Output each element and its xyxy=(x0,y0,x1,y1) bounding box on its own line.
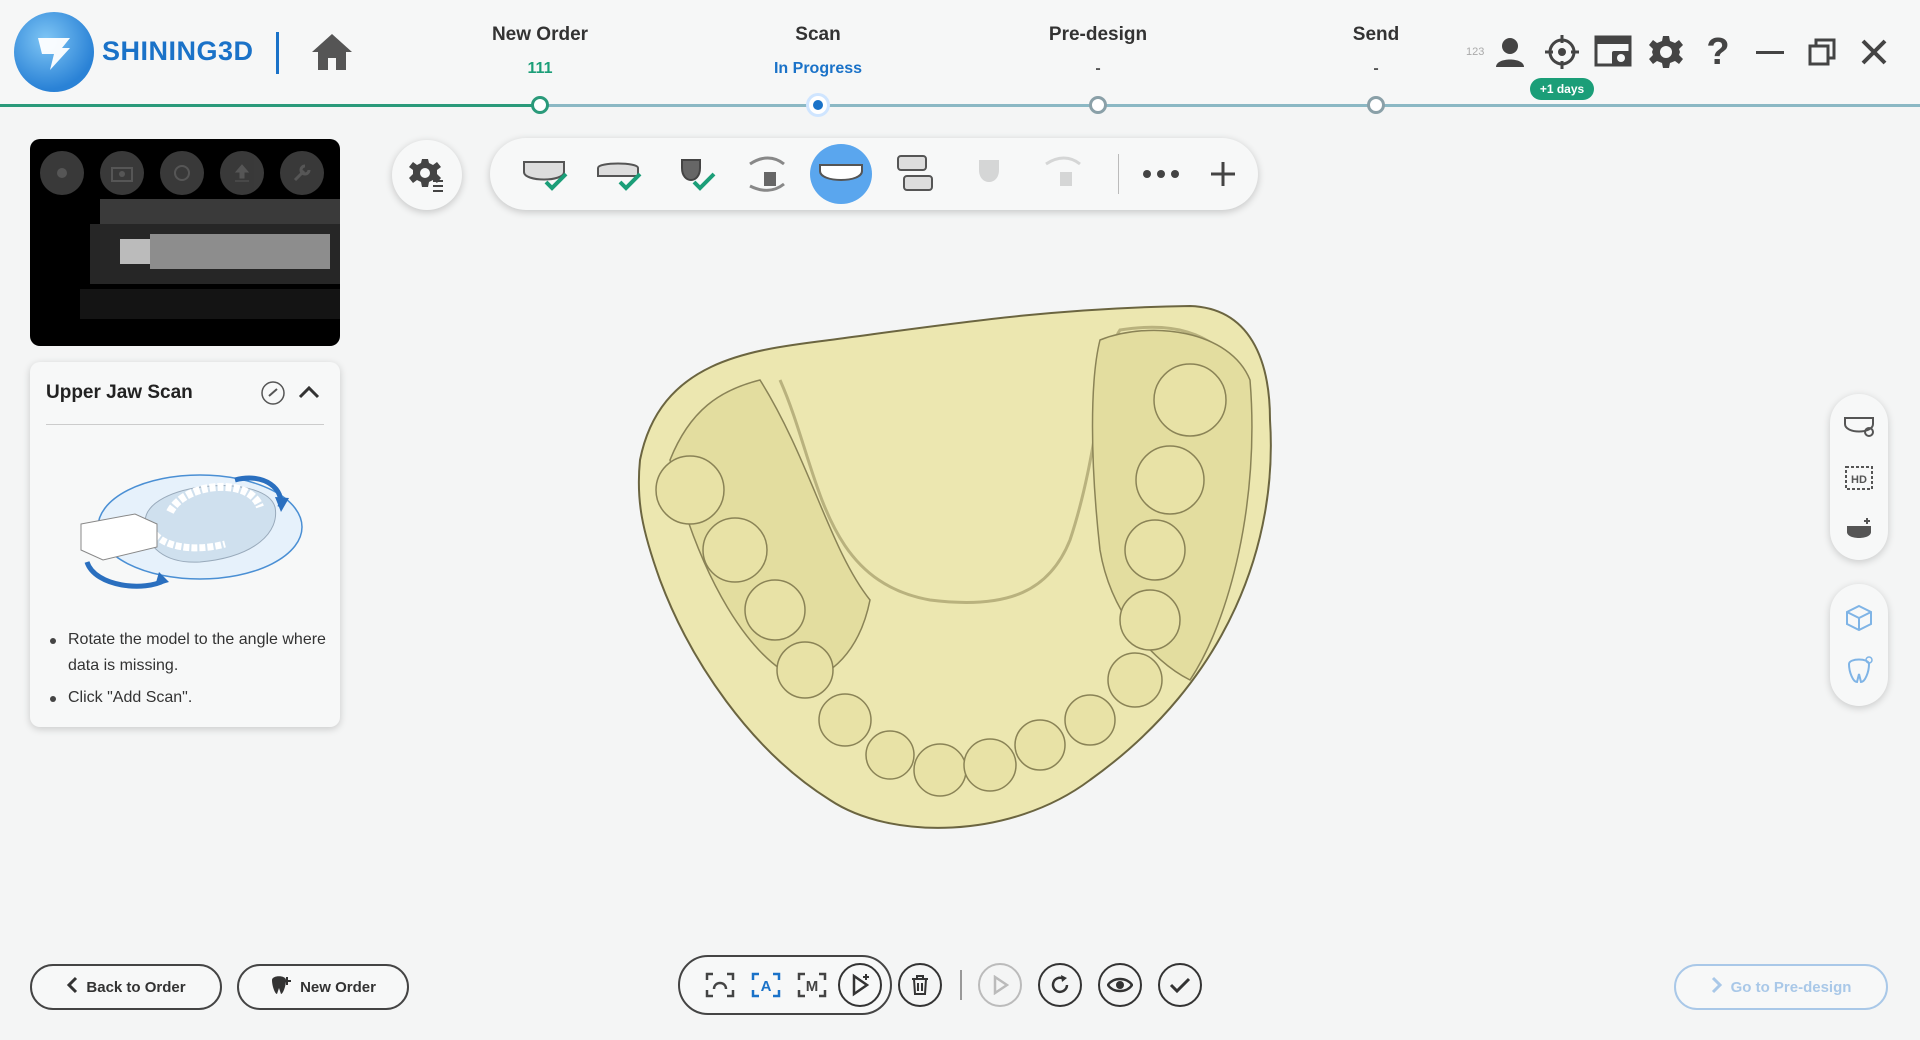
lower-jaw-tool[interactable] xyxy=(588,144,650,204)
check-icon[interactable] xyxy=(1158,963,1202,1007)
step-dot-send[interactable] xyxy=(1367,96,1385,114)
step-send[interactable]: Send - xyxy=(1266,24,1486,80)
add-scan-play-icon[interactable] xyxy=(838,963,882,1007)
gingiva-tool[interactable] xyxy=(1032,144,1094,204)
m-scan-mode-icon[interactable]: M xyxy=(790,963,834,1007)
header: SHINING3D New Order 111 Scan In Progress… xyxy=(0,0,1920,114)
cube-icon[interactable] xyxy=(1830,592,1888,644)
target-icon[interactable] xyxy=(1540,30,1584,74)
brand-divider xyxy=(276,32,279,74)
svg-text:M: M xyxy=(806,978,819,995)
upper-jaw-scan-tool[interactable] xyxy=(810,144,872,204)
play-icon[interactable] xyxy=(978,963,1022,1007)
minimize-icon[interactable] xyxy=(1748,30,1792,74)
auto-scan-mode-icon[interactable] xyxy=(698,963,742,1007)
step-new-order[interactable]: New Order 111 xyxy=(430,24,650,80)
chevron-left-icon xyxy=(66,976,78,998)
instruction-item: Click "Add Scan". xyxy=(46,685,326,711)
days-badge: +1 days xyxy=(1530,78,1594,100)
step-title: Scan xyxy=(795,24,841,45)
bite-tool[interactable] xyxy=(884,144,946,204)
texture-icon[interactable] xyxy=(1830,400,1888,452)
svg-text:A: A xyxy=(761,978,772,995)
chevron-up-icon[interactable] xyxy=(296,380,322,406)
step-status: - xyxy=(1095,60,1101,77)
step-pre-design[interactable]: Pre-design - xyxy=(988,24,1208,80)
screenshot-icon[interactable] xyxy=(1592,30,1636,74)
view-options-panel: HD xyxy=(1830,394,1888,560)
step-status: - xyxy=(1373,60,1379,77)
brightness-icon[interactable] xyxy=(40,151,84,195)
rotate-icon[interactable] xyxy=(160,151,204,195)
upper-jaw-tool[interactable] xyxy=(514,144,576,204)
delete-icon[interactable] xyxy=(898,963,942,1007)
add-icon[interactable] xyxy=(1192,144,1254,204)
back-to-order-button[interactable]: Back to Order xyxy=(30,964,222,1010)
instruction-list: Rotate the model to the angle where data… xyxy=(46,627,326,717)
die-tool[interactable] xyxy=(662,144,724,204)
refresh-icon[interactable] xyxy=(1038,963,1082,1007)
dental-model-3d-view[interactable] xyxy=(630,300,1290,850)
tooth-plus-icon xyxy=(270,974,292,1000)
chevron-right-icon xyxy=(1711,976,1723,998)
home-icon[interactable] xyxy=(308,30,356,74)
more-icon[interactable] xyxy=(1130,144,1192,204)
step-dot-pre-design[interactable] xyxy=(1089,96,1107,114)
step-title: Pre-design xyxy=(1048,24,1148,45)
occlusion-tool[interactable] xyxy=(736,144,798,204)
counter-label: 123 xyxy=(1466,46,1485,58)
panel-divider xyxy=(46,424,324,425)
trim-icon[interactable] xyxy=(1830,504,1888,556)
brand-name: SHINING3D xyxy=(102,36,254,66)
bottom-divider xyxy=(960,970,962,1000)
step-scan[interactable]: Scan In Progress xyxy=(708,24,928,80)
eye-icon[interactable] xyxy=(1098,963,1142,1007)
upload-icon[interactable] xyxy=(220,151,264,195)
go-to-pre-design-button[interactable]: Go to Pre-design xyxy=(1674,964,1888,1010)
analysis-panel xyxy=(1830,584,1888,706)
wrench-icon[interactable] xyxy=(280,151,324,195)
toolbar-divider xyxy=(1118,154,1119,194)
new-order-label: New Order xyxy=(300,978,376,996)
tooth-analysis-icon[interactable] xyxy=(1830,644,1888,696)
scan-settings-button[interactable] xyxy=(392,140,462,210)
back-to-order-label: Back to Order xyxy=(86,978,186,996)
help-icon[interactable]: ? xyxy=(1696,30,1740,74)
instruction-item: Rotate the model to the angle where data… xyxy=(46,627,326,679)
scan-illustration xyxy=(75,452,305,597)
scan-mode-group: A M xyxy=(678,955,892,1015)
camera-icon[interactable] xyxy=(100,151,144,195)
step-dot-new-order[interactable] xyxy=(531,96,549,114)
user-icon[interactable] xyxy=(1488,30,1532,74)
shining3d-logo xyxy=(14,12,94,92)
scan-guide-panel: Upper Jaw Scan Rotate the model to the a… xyxy=(30,362,340,727)
close-icon[interactable] xyxy=(1852,30,1896,74)
scan-toolbar xyxy=(490,138,1258,210)
step-status: 111 xyxy=(527,60,553,77)
hd-icon[interactable]: HD xyxy=(1830,452,1888,504)
camera-preview xyxy=(30,139,340,346)
new-order-button[interactable]: New Order xyxy=(237,964,409,1010)
step-title: New Order xyxy=(491,24,589,45)
a-scan-mode-icon[interactable]: A xyxy=(744,963,788,1007)
go-to-pre-design-label: Go to Pre-design xyxy=(1730,978,1852,996)
step-status: In Progress xyxy=(773,60,863,77)
link-icon[interactable] xyxy=(260,380,286,406)
step-title: Send xyxy=(1352,24,1400,45)
step-dot-scan[interactable] xyxy=(809,96,827,114)
restore-icon[interactable] xyxy=(1800,30,1844,74)
die-scan-tool[interactable] xyxy=(958,144,1020,204)
svg-text:HD: HD xyxy=(1851,474,1867,486)
gear-icon[interactable] xyxy=(1644,30,1688,74)
progress-track-done xyxy=(0,104,540,107)
panel-title: Upper Jaw Scan xyxy=(46,382,193,403)
